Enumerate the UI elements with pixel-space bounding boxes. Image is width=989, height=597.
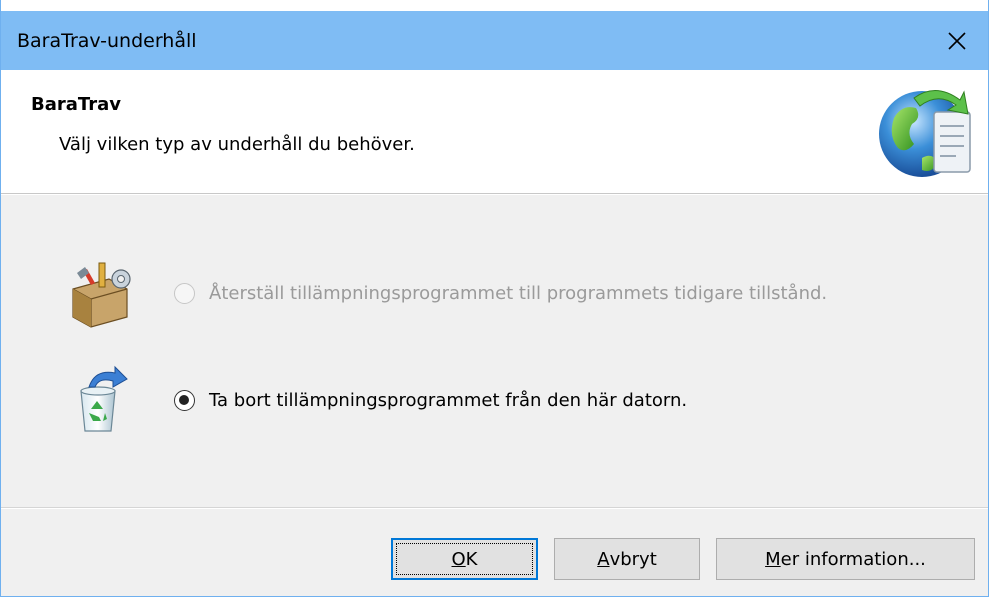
close-button[interactable] [926,11,988,70]
cancel-button[interactable]: Avbryt [554,538,700,580]
toolbox-icon [72,262,131,328]
header-subtitle: Välj vilken typ av underhåll du behöver. [59,134,415,155]
more-info-button[interactable]: Mer information... [716,538,975,580]
header-title: BaraTrav [31,94,121,115]
more-info-mnemonic: M [765,548,781,570]
remove-option-label: Ta bort tillämpningsprogrammet från den … [209,390,688,411]
maintenance-dialog: BaraTrav-underhåll BaraTrav Välj vilken … [0,0,989,597]
top-strip [1,0,988,11]
remove-radio[interactable] [174,390,195,411]
close-icon [948,31,966,50]
ok-label: K [465,548,478,570]
more-info-label: er information... [780,548,926,570]
options-panel: Återställ tillämpningsprogrammet till pr… [1,195,988,507]
restore-radio[interactable] [174,283,195,304]
dialog-header: BaraTrav Välj vilken typ av underhåll du… [1,70,988,194]
cancel-mnemonic: A [597,548,610,570]
globe-installer-icon [879,90,971,177]
window-title: BaraTrav-underhåll [17,30,197,52]
restore-option-label: Återställ tillämpningsprogrammet till pr… [209,283,828,304]
recycle-bin-icon [80,365,128,432]
cancel-label: vbryt [609,548,657,570]
ok-button[interactable]: OK [391,538,538,580]
dialog-footer: OK Avbryt Mer information... [1,509,988,596]
title-bar[interactable]: BaraTrav-underhåll [1,11,988,70]
ok-mnemonic: O [451,548,466,570]
